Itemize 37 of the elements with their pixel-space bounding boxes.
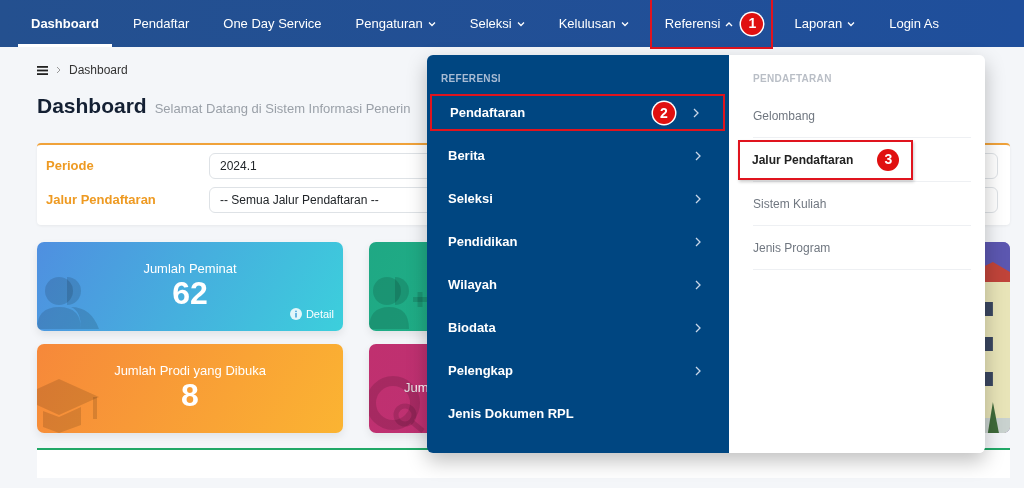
nav-link[interactable]: Referensi: [651, 0, 736, 47]
menu-icon: [37, 65, 48, 75]
step-badge: 2: [653, 102, 675, 124]
page-subtitle: Selamat Datang di Sistem Informasi Penerin: [154, 100, 411, 118]
submenu-item[interactable]: Jenis Program: [753, 238, 831, 257]
nav-link[interactable]: Laporan: [781, 0, 869, 47]
menu-item[interactable]: Pelengkap: [430, 352, 725, 389]
submenu-item[interactable]: Gelombang: [753, 106, 816, 125]
stat-value: 8: [181, 379, 199, 413]
menu-item[interactable]: Pendidikan: [430, 223, 725, 260]
stat-value: 62: [172, 277, 208, 311]
menu-item[interactable]: Biodata: [430, 309, 725, 346]
nav-link[interactable]: Seleksi: [456, 0, 538, 47]
menu-item[interactable]: Jenis Dokumen RPL: [430, 395, 725, 432]
nav-link[interactable]: Kelulusan: [545, 0, 642, 47]
nav-link[interactable]: Dashboard: [18, 0, 112, 47]
step-badge: 1: [741, 12, 764, 35]
filter-label: Periode: [46, 156, 95, 175]
breadcrumb-item: Dashboard: [69, 62, 128, 79]
stat-label: Jumlah Peminat: [143, 261, 237, 277]
nav-link[interactable]: Login As: [876, 0, 953, 47]
submenu-item[interactable]: Jalur Pendaftaran: [752, 150, 854, 169]
nav-link[interactable]: Pengaturan: [342, 0, 449, 47]
page-title: Dashboard: [37, 93, 147, 119]
menu-heading: REFERENSI: [440, 72, 502, 86]
submenu-item[interactable]: Sistem Kuliah: [753, 194, 827, 213]
stat-label: Jumlah Prodi yang Dibuka: [114, 363, 266, 379]
step-badge: 3: [877, 148, 900, 171]
menu-item[interactable]: Wilayah: [430, 266, 725, 303]
menu-item[interactable]: Seleksi: [430, 180, 725, 217]
menu-item[interactable]: Berita: [430, 137, 725, 174]
nav-link[interactable]: One Day Service: [210, 0, 335, 47]
menu-heading: PENDAFTARAN: [753, 72, 833, 86]
filter-label: Jalur Pendaftaran: [46, 190, 157, 209]
info-icon: [289, 308, 302, 321]
nav-link[interactable]: Pendaftar: [119, 0, 203, 47]
chevron-icon: [56, 66, 61, 74]
